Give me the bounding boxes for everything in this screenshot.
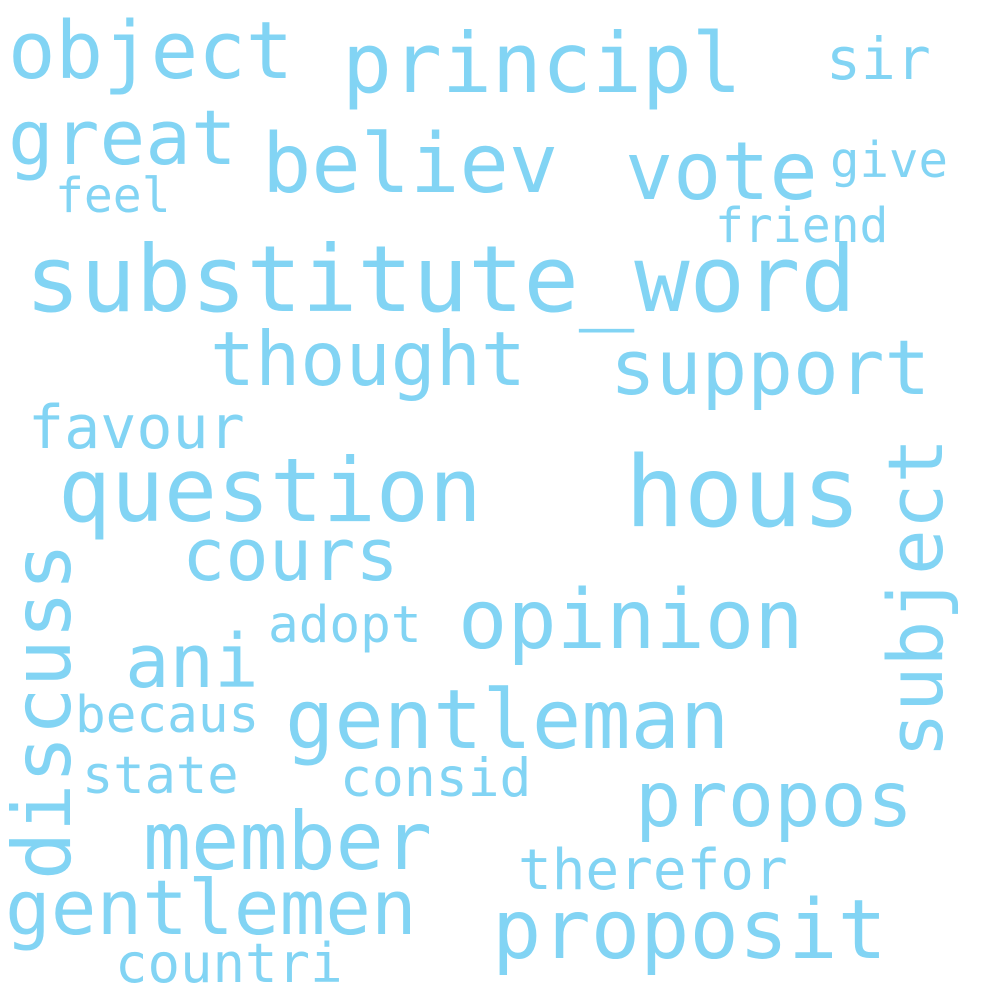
word-believ: believ <box>262 117 559 212</box>
word-feel: feel <box>55 168 171 224</box>
word-propos: propos <box>635 756 914 845</box>
word-cloud: object principl sir great believ vote gi… <box>0 0 1000 1000</box>
word-adopt: adopt <box>268 596 422 655</box>
word-principl: principl <box>342 15 742 112</box>
word-subject: subject <box>871 437 960 758</box>
word-opinion: opinion <box>458 573 804 668</box>
word-becaus: becaus <box>75 686 260 745</box>
word-thought: thought <box>210 315 527 403</box>
word-sir: sir <box>826 25 931 93</box>
word-hous: hous <box>625 436 862 550</box>
word-proposit: proposit <box>492 883 887 978</box>
word-great: great <box>8 93 237 182</box>
word-cours: cours <box>182 513 399 597</box>
word-object: object <box>8 5 294 97</box>
word-substitute-word: substitute_word <box>25 226 856 333</box>
word-support: support <box>610 323 931 412</box>
word-discuss: discuss <box>0 542 89 880</box>
word-give: give <box>830 132 949 189</box>
word-countri: countri <box>115 932 343 995</box>
